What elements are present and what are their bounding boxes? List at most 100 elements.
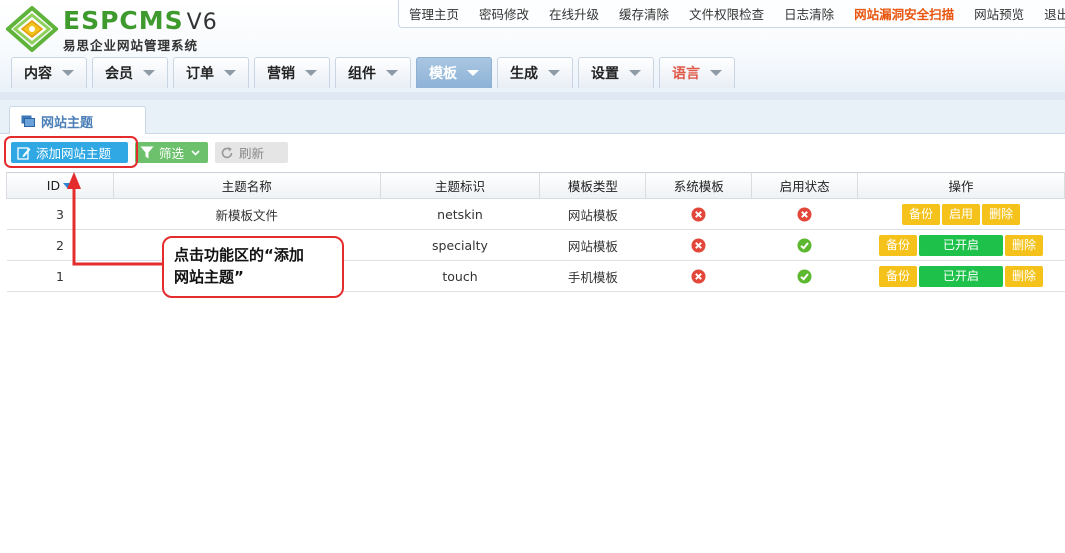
mainnav-label: 设置 [591,66,619,82]
page-tab-strip: 网站主题 [0,100,1065,135]
mainnav-generate[interactable]: 生成 [497,57,573,88]
delete-button[interactable]: 删除 [1005,265,1044,287]
topnav-home[interactable]: 管理主页 [409,4,459,23]
header: ESPCMS V6 易思企业网站管理系统 管理主页 密码修改 在线升级 缓存清除 … [0,0,1065,92]
cell-actions: 备份 启用 删除 [857,198,1065,230]
table-header: ID 主题名称 主题标识 模板类型 系统模板 启用状态 操作 [6,172,1065,199]
cell-system [645,229,752,261]
cell-id: 3 [6,198,114,230]
topnav-logout[interactable]: 退出 [1044,4,1065,23]
espcms-logo-icon [6,6,58,52]
mainnav-label: 组件 [348,66,376,82]
mainnav-marketing[interactable]: 营销 [254,57,330,88]
column-header-system: 系统模板 [645,172,753,199]
tab-website-themes[interactable]: 网站主题 [9,106,146,135]
chevron-down-icon [143,70,155,76]
chevron-down-icon [386,70,398,76]
top-navigation: 管理主页 密码修改 在线升级 缓存清除 文件权限检查 日志清除 网站漏洞安全扫描… [398,0,1065,28]
cell-status [751,229,858,261]
delete-button[interactable]: 删除 [982,203,1021,225]
table-row: 3 新模板文件 netskin 网站模板 备份 启用 删除 [6,198,1065,230]
check-circle-icon [797,238,812,253]
chevron-down-icon [629,70,641,76]
cell-name: 新模板文件 [113,198,381,230]
filter-icon [140,146,154,159]
cross-circle-icon [797,207,812,222]
column-header-name: 主题名称 [112,172,381,199]
mainnav-label: 会员 [105,66,133,82]
refresh-button[interactable]: 刷新 [215,142,288,163]
content-divider [0,92,1065,100]
cell-ident: netskin [380,198,540,230]
window-icon [21,115,35,127]
logo: ESPCMS V6 易思企业网站管理系统 [6,6,231,53]
sort-desc-icon [63,183,74,189]
highlight-box [4,136,138,168]
backup-button[interactable]: 备份 [879,234,918,256]
logo-subtitle: 易思企业网站管理系统 [63,38,199,53]
column-header-ident: 主题标识 [379,172,541,199]
mainnav-settings[interactable]: 设置 [578,57,654,88]
cell-ident: touch [380,260,540,292]
mainnav-label: 生成 [510,66,538,82]
cross-circle-icon [691,238,706,253]
mainnav-label: 语言 [672,66,700,82]
topnav-password[interactable]: 密码修改 [479,4,529,23]
backup-button[interactable]: 备份 [902,203,941,225]
topnav-clear-log[interactable]: 日志清除 [784,4,834,23]
chevron-down-icon [710,70,722,76]
column-header-type: 模板类型 [539,172,647,199]
cell-type: 网站模板 [539,229,646,261]
cell-ident: specialty [380,229,540,261]
backup-button[interactable]: 备份 [879,265,918,287]
chevron-down-icon [305,70,317,76]
cell-actions: 备份 已开启 删除 [857,229,1065,261]
main-navigation: 内容 会员 订单 营销 组件 模板 生成 设置 语言 [11,57,740,89]
enabled-button[interactable]: 已开启 [919,234,1004,256]
cell-status [751,260,858,292]
mainnav-label: 营销 [267,66,295,82]
mainnav-content[interactable]: 内容 [11,57,87,88]
cross-circle-icon [691,269,706,284]
cell-status [751,198,858,230]
topnav-clear-cache[interactable]: 缓存清除 [619,4,669,23]
mainnav-order[interactable]: 订单 [173,57,249,88]
mainnav-label: 模板 [429,66,457,82]
logo-text: ESPCMS V6 [63,6,218,36]
callout-line-1: 点击功能区的“添加 [174,246,304,264]
enabled-button[interactable]: 已开启 [919,265,1004,287]
filter-label: 筛选 [159,146,185,161]
chevron-down-icon [62,70,74,76]
chevron-down-icon [191,149,200,156]
column-header-id[interactable]: ID [6,172,114,199]
mainnav-template[interactable]: 模板 [416,57,492,88]
toolbar: 添加网站主题 筛选 刷新 [0,134,1065,172]
cell-system [645,260,752,292]
refresh-icon [221,146,233,158]
topnav-preview[interactable]: 网站预览 [974,4,1024,23]
topnav-permission-check[interactable]: 文件权限检查 [689,4,764,23]
cell-actions: 备份 已开启 删除 [857,260,1065,292]
chevron-down-icon [548,70,560,76]
callout-line-2: 网站主题” [174,268,244,286]
refresh-label: 刷新 [239,146,265,161]
mainnav-component[interactable]: 组件 [335,57,411,88]
cell-type: 网站模板 [539,198,646,230]
cell-id: 1 [6,260,114,292]
cell-type: 手机模板 [539,260,646,292]
mainnav-member[interactable]: 会员 [92,57,168,88]
mainnav-label: 订单 [186,66,214,82]
mainnav-language[interactable]: 语言 [659,57,735,88]
header-label: ID [46,178,61,193]
column-header-actions: 操作 [857,172,1065,199]
topnav-upgrade[interactable]: 在线升级 [549,4,599,23]
cross-circle-icon [691,207,706,222]
filter-button[interactable]: 筛选 [135,142,208,163]
cell-id: 2 [6,229,114,261]
delete-button[interactable]: 删除 [1005,234,1044,256]
cell-system [645,198,752,230]
annotation-callout: 点击功能区的“添加 网站主题” [162,236,344,298]
chevron-down-icon [467,70,479,76]
enable-button[interactable]: 启用 [942,203,981,225]
topnav-security-scan[interactable]: 网站漏洞安全扫描 [854,4,954,23]
